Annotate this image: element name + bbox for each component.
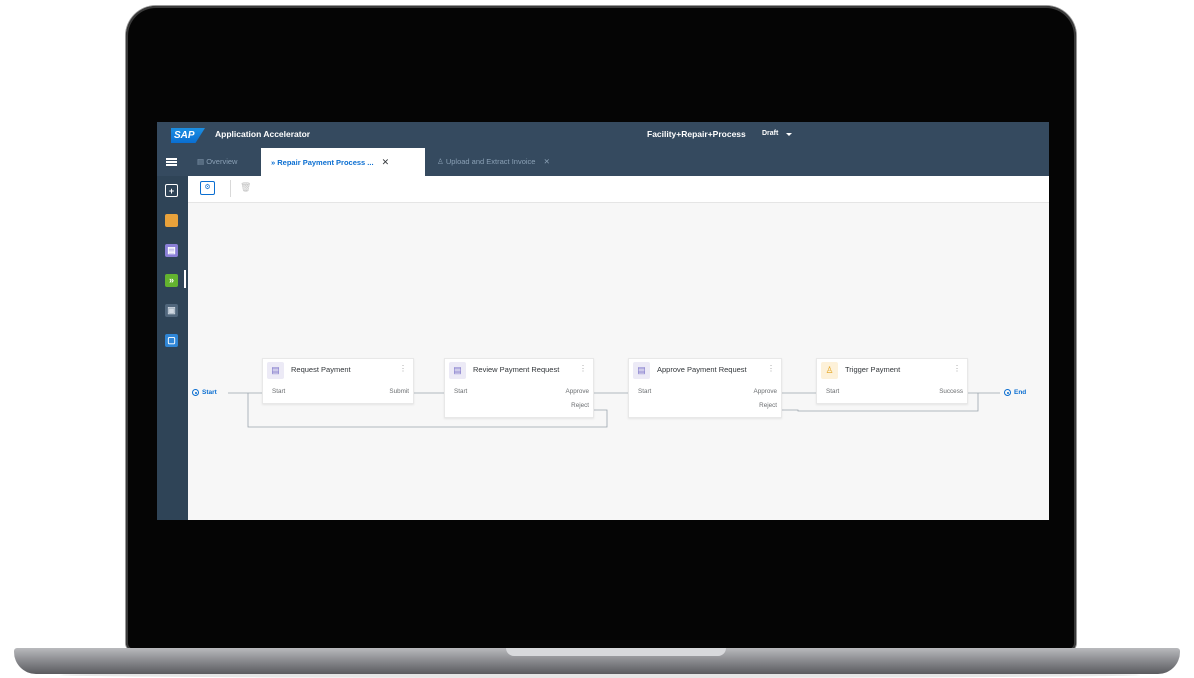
- close-icon[interactable]: ✕: [382, 157, 390, 167]
- more-options-icon[interactable]: ⋮: [953, 364, 961, 373]
- flow-node-trigger-payment[interactable]: ♙ Trigger Payment ⋮ Start Success: [816, 358, 968, 404]
- end-event[interactable]: End: [1004, 389, 1026, 396]
- trash-icon[interactable]: 🗑: [240, 182, 251, 193]
- port-out[interactable]: Reject: [571, 402, 589, 409]
- laptop-notch: [506, 648, 726, 656]
- node-header: ▤ Request Payment ⋮: [263, 359, 413, 382]
- shell-bar: SAP Application Accelerator Facility+Rep…: [157, 122, 1049, 160]
- sidebar: + ▤ » ▣ ▢: [157, 176, 188, 520]
- tab-label: Overview: [206, 157, 238, 166]
- end-icon: [1004, 389, 1011, 396]
- tab-label: Upload and Extract Invoice: [445, 157, 536, 166]
- decision-icon[interactable]: [165, 214, 178, 227]
- tab-overview[interactable]: ▤ Overview: [197, 148, 237, 176]
- status-dropdown[interactable]: Draft: [762, 130, 778, 137]
- file-icon[interactable]: ▢: [165, 334, 178, 347]
- data-type-icon[interactable]: ▣: [165, 304, 178, 317]
- form-icon: ▤: [449, 362, 466, 379]
- toolbar: ⚙ 🗑: [188, 176, 1049, 203]
- node-header: ♙ Trigger Payment ⋮: [817, 359, 967, 382]
- port-in[interactable]: Start: [454, 388, 467, 395]
- add-icon[interactable]: +: [165, 184, 178, 197]
- tab-repair-payment-process[interactable]: » Repair Payment Process ... ✕: [261, 148, 425, 176]
- more-options-icon[interactable]: ⋮: [399, 364, 407, 373]
- flow-node-approve-payment-request[interactable]: ▤ Approve Payment Request ⋮ Start Approv…: [628, 358, 782, 418]
- process-canvas[interactable]: Start End ▤ Request Payment ⋮ Start Subm…: [188, 203, 1049, 520]
- menu-icon[interactable]: [166, 158, 177, 166]
- tab-bar: ▤ Overview » Repair Payment Process ... …: [157, 148, 1049, 176]
- flow-node-review-payment-request[interactable]: ▤ Review Payment Request ⋮ Start Approve…: [444, 358, 594, 418]
- node-title: Approve Payment Request: [657, 365, 747, 374]
- port-in[interactable]: Start: [272, 388, 285, 395]
- automation-icon: ♙: [821, 362, 838, 379]
- settings-icon[interactable]: ⚙: [200, 181, 215, 195]
- automation-icon: ♙: [437, 157, 444, 166]
- start-icon: [192, 389, 199, 396]
- chevron-down-icon[interactable]: [786, 133, 792, 136]
- process-chevrons-icon: »: [271, 158, 276, 167]
- port-in[interactable]: Start: [638, 388, 651, 395]
- end-label: End: [1014, 389, 1027, 397]
- app-title: Application Accelerator: [215, 129, 311, 139]
- form-icon: ▤: [633, 362, 650, 379]
- node-header: ▤ Approve Payment Request ⋮: [629, 359, 781, 382]
- close-icon[interactable]: ✕: [544, 157, 550, 166]
- port-out[interactable]: Approve: [754, 388, 777, 395]
- node-title: Review Payment Request: [473, 365, 560, 374]
- process-icon[interactable]: »: [165, 274, 178, 287]
- more-options-icon[interactable]: ⋮: [767, 364, 775, 373]
- node-title: Request Payment: [291, 365, 351, 374]
- node-header: ▤ Review Payment Request ⋮: [445, 359, 593, 382]
- node-title: Trigger Payment: [845, 365, 901, 374]
- flow-node-request-payment[interactable]: ▤ Request Payment ⋮ Start Submit: [262, 358, 414, 404]
- project-title: Facility+Repair+Process: [647, 129, 746, 139]
- start-label: Start: [202, 389, 217, 397]
- overview-icon: ▤: [197, 157, 205, 166]
- start-event[interactable]: Start: [192, 389, 217, 396]
- form-icon: ▤: [267, 362, 284, 379]
- tab-label: Repair Payment Process ...: [277, 158, 374, 167]
- port-out[interactable]: Approve: [566, 388, 589, 395]
- port-out[interactable]: Reject: [759, 402, 777, 409]
- port-in[interactable]: Start: [826, 388, 839, 395]
- form-icon[interactable]: ▤: [165, 244, 178, 257]
- more-options-icon[interactable]: ⋮: [579, 364, 587, 373]
- tab-upload-extract-invoice[interactable]: ♙ Upload and Extract Invoice ✕: [437, 148, 550, 176]
- port-out[interactable]: Success: [939, 388, 963, 395]
- toolbar-divider: [230, 180, 231, 197]
- app-screen: SAP Application Accelerator Facility+Rep…: [157, 122, 1049, 520]
- sap-logo[interactable]: SAP: [171, 128, 205, 143]
- laptop-base: [14, 648, 1180, 674]
- sidebar-active-indicator: [184, 270, 186, 288]
- port-out[interactable]: Submit: [389, 388, 409, 395]
